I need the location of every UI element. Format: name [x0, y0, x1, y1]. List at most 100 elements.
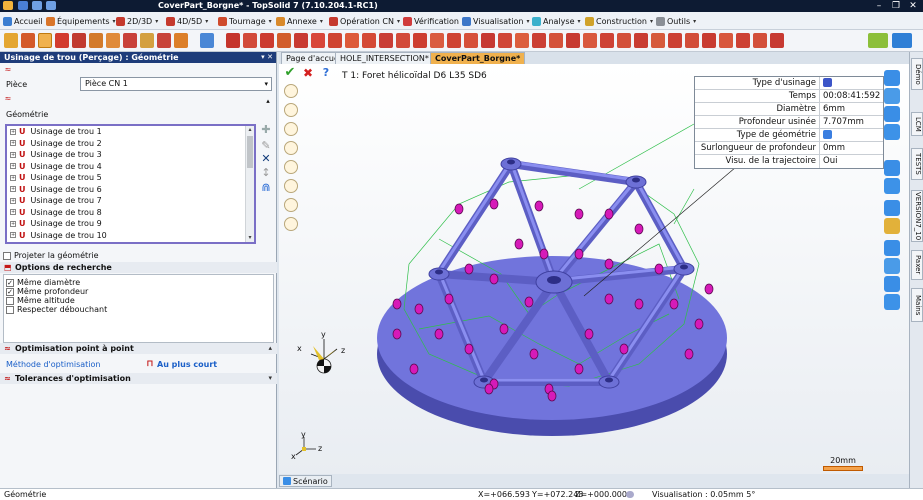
zoom-window-icon[interactable] [884, 178, 900, 194]
milling-op-icon[interactable] [345, 33, 359, 48]
help-icon[interactable]: ? [320, 67, 332, 79]
scroll-thumb[interactable] [247, 136, 253, 168]
expand-icon[interactable]: + [10, 186, 16, 193]
menu-equipements[interactable]: Équipements ▾ [46, 14, 116, 28]
milling-op-icon[interactable] [413, 33, 427, 48]
dock-tab-mains[interactable]: Mains [911, 288, 923, 322]
drilling-tool-icon[interactable] [123, 33, 137, 48]
measure-icon[interactable] [884, 276, 900, 292]
save-icon[interactable] [18, 1, 28, 10]
star-icon[interactable] [284, 84, 298, 98]
menu-outils[interactable]: Outils ▾ [656, 14, 696, 28]
milling-op-icon[interactable] [668, 33, 682, 48]
section-toggle-icon[interactable]: ⬒ [4, 263, 12, 272]
tab-hole-intersection[interactable]: HOLE_INTERSECTION* [335, 52, 434, 64]
milling-op-icon[interactable] [532, 33, 546, 48]
milling-op-icon[interactable] [447, 33, 461, 48]
redo-icon[interactable] [46, 1, 56, 10]
expand-icon[interactable]: + [10, 220, 16, 227]
drilling-tool-icon[interactable] [4, 33, 18, 48]
milling-op-icon[interactable] [464, 33, 478, 48]
dock-tab-paxer[interactable]: Paxer [911, 250, 923, 280]
milling-op-icon[interactable] [311, 33, 325, 48]
dock-tab-lcm[interactable]: LCM [911, 112, 923, 136]
checkbox[interactable] [6, 296, 14, 305]
menu-operation-cn[interactable]: Opération CN ▾ [329, 14, 400, 28]
milling-op-icon[interactable] [396, 33, 410, 48]
milling-op-icon[interactable] [243, 33, 257, 48]
milling-op-icon[interactable] [617, 33, 631, 48]
view-triad[interactable] [310, 339, 338, 374]
magnet-icon[interactable]: ⋒ [260, 182, 272, 194]
expand-icon[interactable]: + [10, 197, 16, 204]
collapse-up-icon[interactable]: ▴ [268, 344, 272, 352]
milling-op-icon[interactable] [294, 33, 308, 48]
list-item[interactable]: + U Usinage de trou 9 [7, 218, 254, 230]
view-add-icon[interactable] [884, 70, 900, 86]
point-optimisation-section[interactable]: ≈ Optimisation point à point ▴ [0, 343, 277, 354]
milling-op-icon[interactable] [702, 33, 716, 48]
dock-tab-version[interactable]: VERSION7_10 [911, 190, 923, 242]
search-options-section[interactable]: ⬒ Options de recherche [0, 262, 277, 273]
drilling-tool-icon[interactable] [89, 33, 103, 48]
piece-select[interactable]: Pièce CN 1 ▾ [80, 77, 272, 91]
milling-op-icon[interactable] [685, 33, 699, 48]
list-item[interactable]: + U Usinage de trou 3 [7, 149, 254, 161]
milling-op-icon[interactable] [260, 33, 274, 48]
maximize-button[interactable]: ❐ [888, 0, 904, 12]
milling-op-icon[interactable] [498, 33, 512, 48]
expand-icon[interactable]: + [10, 140, 16, 147]
approach-icon[interactable] [284, 179, 298, 193]
drilling-tool-icon[interactable] [106, 33, 120, 48]
expand-icon[interactable]: + [10, 174, 16, 181]
list-item[interactable]: + U Usinage de trou 1 [7, 126, 254, 138]
milling-op-icon[interactable] [515, 33, 529, 48]
optimisation-icon[interactable] [284, 217, 298, 231]
scroll-up-icon[interactable]: ▴ [246, 126, 254, 134]
milling-op-icon[interactable] [379, 33, 393, 48]
undo-icon[interactable] [32, 1, 42, 10]
optimisation-tolerances-section[interactable]: ≈ Tolerances d'optimisation ▾ [0, 373, 277, 384]
section-toggle-icon[interactable]: ≈ [4, 374, 12, 383]
milling-op-icon[interactable] [736, 33, 750, 48]
milling-op-icon[interactable] [719, 33, 733, 48]
render-icon[interactable] [884, 240, 900, 256]
expand-icon[interactable]: + [10, 232, 16, 239]
palette-icon[interactable] [884, 218, 900, 234]
drilling-tool-icon[interactable] [38, 33, 52, 48]
tool-icon[interactable] [284, 103, 298, 117]
drilling-tool-icon[interactable] [157, 33, 171, 48]
milling-op-icon[interactable] [753, 33, 767, 48]
drilling-tool-icon[interactable] [140, 33, 154, 48]
validate-icon[interactable]: ✔ [284, 66, 296, 79]
sync-icon[interactable] [892, 33, 912, 48]
optimisation-method-value[interactable]: Au plus court [157, 360, 217, 369]
menu-accueil[interactable]: Accueil [3, 14, 43, 28]
depth-icon[interactable] [284, 122, 298, 136]
view-swap-icon[interactable] [884, 88, 900, 104]
tool-assembly-icon[interactable] [200, 33, 214, 48]
menu-annexe[interactable]: Annexe ▾ [276, 14, 323, 28]
collapse-red-icon[interactable]: ≈ [2, 93, 14, 105]
geometry-list[interactable]: + U Usinage de trou 1 + U Usinage de trou 2 … [5, 124, 256, 244]
menu-construction[interactable]: Construction ▾ [585, 14, 653, 28]
list-item[interactable]: + U Usinage de trou 10 [7, 230, 254, 242]
milling-op-icon[interactable] [583, 33, 597, 48]
checkbox[interactable]: ✓ [6, 278, 14, 287]
delete-icon[interactable]: ✕ [260, 153, 272, 165]
view-cube-icon[interactable] [884, 200, 900, 216]
list-scrollbar[interactable]: ▴ ▾ [245, 126, 254, 242]
menu-tournage[interactable]: Tournage ▾ [218, 14, 272, 28]
option-same-depth[interactable]: ✓ Même profondeur [6, 287, 88, 296]
3d-viewport[interactable]: x y z y z x ✔ ✖ ? T 1: Foret hélicoïdal … [279, 64, 909, 474]
milling-op-icon[interactable] [651, 33, 665, 48]
app-logo-icon[interactable] [3, 1, 13, 10]
edit-icon[interactable]: ✎ [260, 140, 272, 152]
milling-op-icon[interactable] [566, 33, 580, 48]
menu-verification[interactable]: Vérification [403, 14, 459, 28]
tab-coverpart-borgne[interactable]: CoverPart_Borgne* [430, 52, 526, 64]
scroll-down-icon[interactable]: ▾ [246, 234, 254, 242]
drilling-tool-icon[interactable] [174, 33, 188, 48]
view-rotate-icon[interactable] [884, 106, 900, 122]
menu-visualisation[interactable]: Visualisation ▾ [462, 14, 530, 28]
